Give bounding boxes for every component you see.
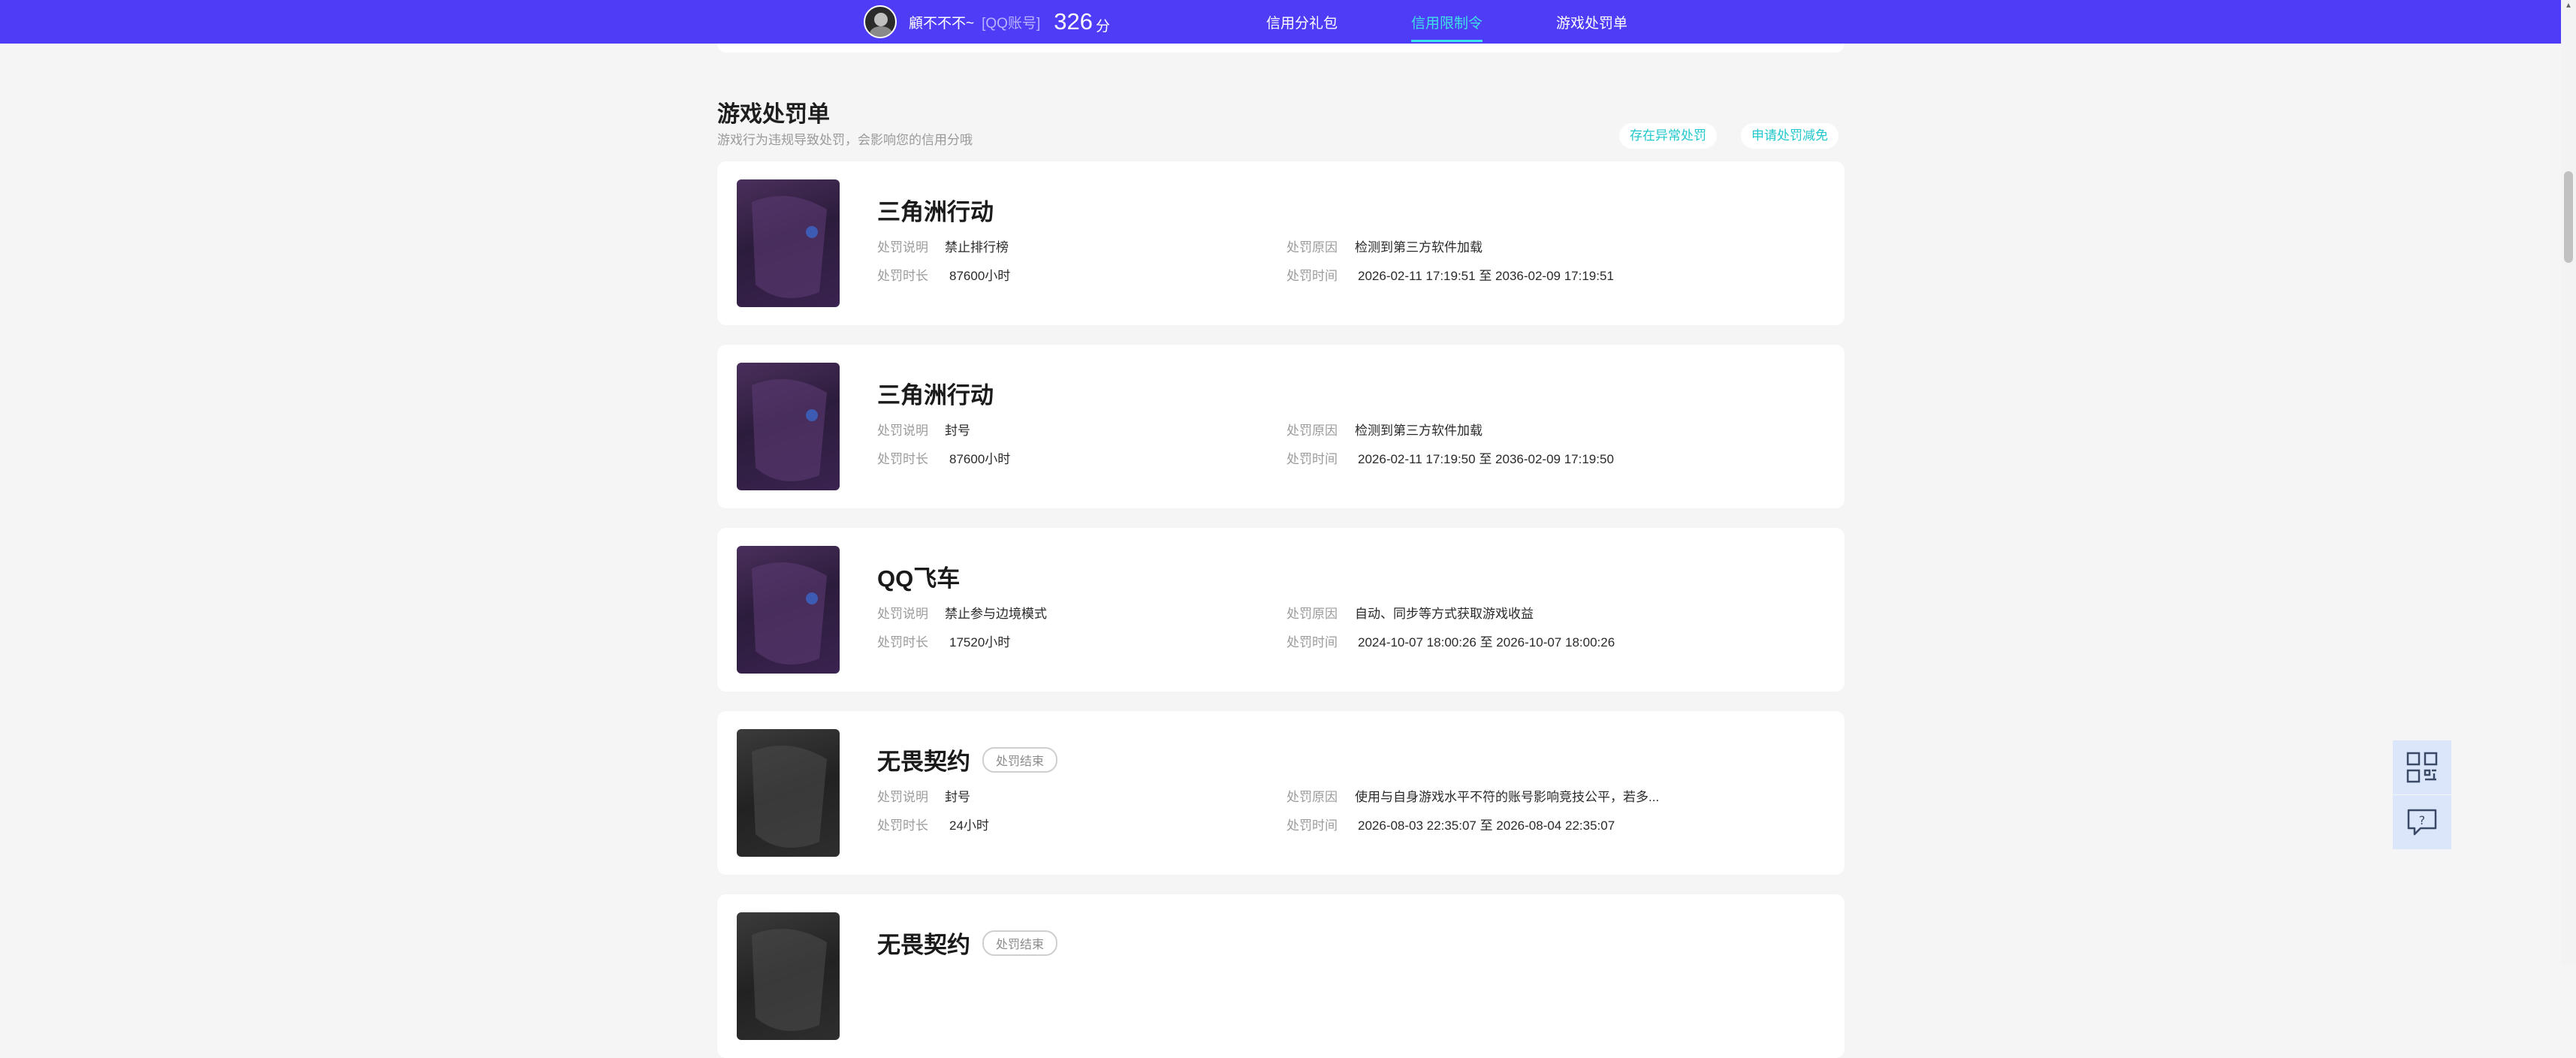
nav-credit-gift[interactable]: 信用分礼包: [1266, 0, 1338, 44]
svg-text:?: ?: [2419, 813, 2426, 827]
penalty-duration-value: 87600小时: [949, 269, 1011, 283]
nav-credit-restriction[interactable]: 信用限制令: [1411, 0, 1483, 44]
section-subtitle: 游戏行为违规导致处罚，会影响您的信用分哦: [717, 133, 973, 147]
credit-score: 326: [1054, 8, 1093, 35]
section-title: 游戏处罚单: [717, 102, 830, 127]
game-title: 三角洲行动: [877, 376, 994, 410]
penalty-desc-label: 处罚说明: [877, 240, 928, 255]
scroll-up-arrow-icon[interactable]: ▲: [2564, 2, 2573, 11]
penalty-desc-label: 处罚说明: [877, 790, 928, 804]
penalty-desc-label: 处罚说明: [877, 424, 928, 438]
account-label: [QQ账号]: [982, 15, 1041, 32]
penalty-duration-label: 处罚时长: [877, 452, 928, 466]
penalty-reason-value: 使用与自身游戏水平不符的账号影响竞技公平，若多...: [1355, 790, 1660, 804]
penalty-card[interactable]: 无畏契约 处罚结束: [717, 894, 1845, 1058]
game-name: 无畏契约: [877, 749, 970, 775]
game-cover-image: [737, 729, 840, 857]
penalty-time-value: 2026-02-11 17:19:50 至 2036-02-09 17:19:5…: [1358, 452, 1614, 466]
penalty-reason-value: 自动、同步等方式获取游戏收益: [1355, 607, 1534, 621]
penalty-desc-value: 禁止排行榜: [945, 240, 1009, 255]
user-info: 顧不不不~ [QQ账号] 326 分: [864, 4, 1110, 40]
apply-penalty-reduction-button[interactable]: 申请处罚减免: [1741, 123, 1838, 149]
penalty-card[interactable]: 三角洲行动 处罚说明 禁止排行榜 处罚原因 检测到第三方软件加载 处罚时长 87…: [717, 161, 1845, 325]
penalty-time-label: 处罚时间: [1286, 818, 1338, 833]
avatar[interactable]: [864, 5, 897, 38]
penalty-duration-label: 处罚时长: [877, 818, 928, 833]
game-cover-image: [737, 912, 840, 1040]
penalty-reason-label: 处罚原因: [1286, 424, 1338, 438]
penalty-time-label: 处罚时间: [1286, 452, 1338, 466]
penalty-reason-label: 处罚原因: [1286, 240, 1338, 255]
penalty-reason-label: 处罚原因: [1286, 607, 1338, 621]
scrollbar-track[interactable]: [2561, 0, 2576, 965]
penalty-time-value: 2026-08-03 22:35:07 至 2026-08-04 22:35:0…: [1358, 818, 1615, 833]
penalty-card[interactable]: 三角洲行动 处罚说明 封号 处罚原因 检测到第三方软件加载 处罚时长 87600…: [717, 345, 1845, 508]
penalty-reason-value: 检测到第三方软件加载: [1355, 240, 1483, 255]
penalty-desc-value: 封号: [945, 424, 970, 438]
game-name: QQ飞车: [877, 565, 961, 592]
nickname: 顧不不不~: [909, 15, 975, 32]
game-cover-image: [737, 363, 840, 490]
penalty-duration-value: 24小时: [949, 818, 989, 833]
penalty-duration-label: 处罚时长: [877, 635, 928, 650]
penalty-reason-value: 检测到第三方软件加载: [1355, 424, 1483, 438]
penalty-duration-value: 87600小时: [949, 452, 1011, 466]
abnormal-penalty-button[interactable]: 存在异常处罚: [1619, 123, 1717, 149]
game-name: 三角洲行动: [877, 199, 994, 225]
penalty-desc-value: 封号: [945, 790, 970, 804]
penalty-duration-value: 17520小时: [949, 635, 1011, 650]
top-bar: 顧不不不~ [QQ账号] 326 分 信用分礼包 信用限制令 游戏处罚单: [0, 0, 2561, 44]
game-name: 无畏契约: [877, 932, 970, 958]
game-title: 三角洲行动: [877, 193, 994, 227]
penalty-reason-label: 处罚原因: [1286, 790, 1338, 804]
game-title: QQ飞车: [877, 559, 960, 593]
game-title: 无畏契约 处罚结束: [877, 743, 1058, 776]
game-cover-image: [737, 179, 840, 307]
penalty-desc-label: 处罚说明: [877, 607, 928, 621]
scrollbar-thumb[interactable]: [2564, 171, 2573, 263]
status-badge: 处罚结束: [982, 746, 1058, 773]
penalty-card[interactable]: 无畏契约 处罚结束 处罚说明 封号 处罚原因 使用与自身游戏水平不符的账号影响竞…: [717, 711, 1845, 875]
penalty-time-label: 处罚时间: [1286, 635, 1338, 650]
penalty-duration-label: 处罚时长: [877, 269, 928, 283]
credit-score-unit: 分: [1095, 18, 1110, 35]
game-cover-image: [737, 546, 840, 674]
penalty-card[interactable]: QQ飞车 处罚说明 禁止参与边境模式 处罚原因 自动、同步等方式获取游戏收益 处…: [717, 528, 1845, 692]
feedback-icon: ?: [2407, 809, 2437, 836]
status-badge: 处罚结束: [982, 930, 1058, 956]
qr-code-icon: [2406, 752, 2438, 783]
nav-game-penalty[interactable]: 游戏处罚单: [1556, 0, 1627, 44]
penalty-desc-value: 禁止参与边境模式: [945, 607, 1047, 621]
feedback-button[interactable]: ?: [2393, 795, 2451, 849]
qr-code-button[interactable]: [2393, 740, 2451, 794]
penalty-time-value: 2024-10-07 18:00:26 至 2026-10-07 18:00:2…: [1358, 635, 1615, 650]
previous-card-edge: [717, 44, 1845, 53]
penalty-time-label: 处罚时间: [1286, 269, 1338, 283]
game-name: 三角洲行动: [877, 382, 994, 408]
penalty-time-value: 2026-02-11 17:19:51 至 2036-02-09 17:19:5…: [1358, 269, 1614, 283]
game-title: 无畏契约 处罚结束: [877, 926, 1058, 960]
